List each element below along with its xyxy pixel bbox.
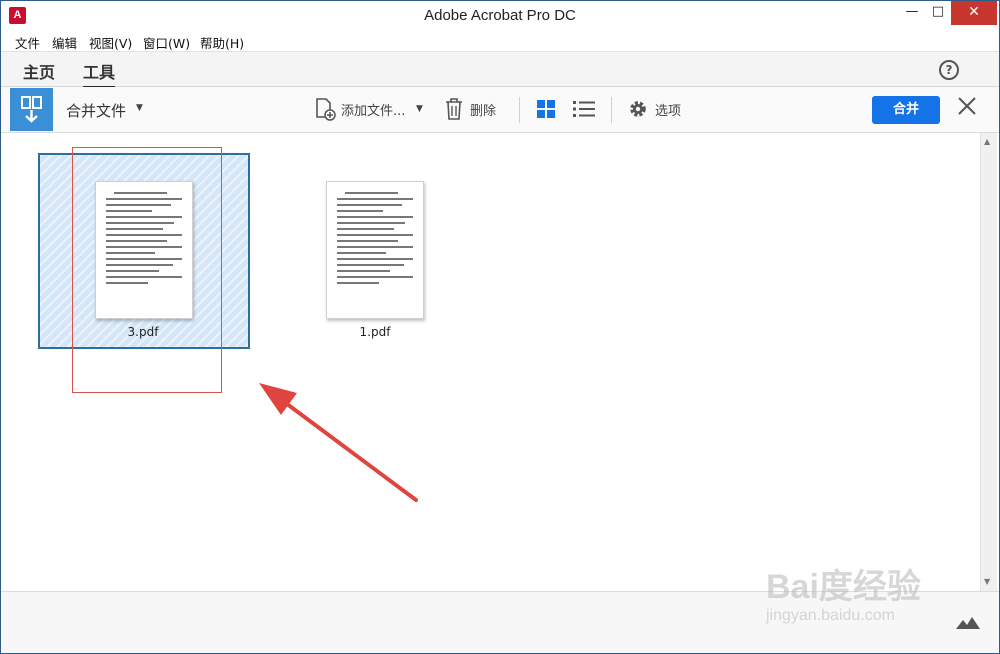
- acrobat-window: A Adobe Acrobat Pro DC — □ ✕ 文件 编辑 视图(V)…: [0, 0, 1000, 654]
- thumbnail-size-icon[interactable]: [956, 614, 980, 633]
- maximize-button[interactable]: □: [923, 1, 953, 25]
- close-window-button[interactable]: ✕: [951, 1, 997, 25]
- gear-icon[interactable]: [628, 99, 648, 123]
- tab-tools[interactable]: 工具: [83, 59, 116, 89]
- add-files-button[interactable]: 添加文件...: [341, 100, 405, 119]
- menu-view[interactable]: 视图(V): [89, 33, 132, 52]
- tool-menu-caret-icon[interactable]: ▼: [136, 103, 143, 113]
- toolbar-divider: [611, 97, 612, 123]
- help-icon[interactable]: ?: [939, 60, 959, 80]
- list-view-icon[interactable]: [573, 100, 595, 122]
- title-bar: A Adobe Acrobat Pro DC — □ ✕: [1, 1, 999, 31]
- delete-button[interactable]: 删除: [470, 100, 496, 119]
- options-button[interactable]: 选项: [655, 100, 681, 119]
- menu-file[interactable]: 文件: [15, 33, 40, 52]
- menu-edit[interactable]: 编辑: [52, 33, 77, 52]
- grid-view-icon[interactable]: [537, 100, 555, 122]
- add-files-caret-icon[interactable]: ▼: [416, 104, 423, 114]
- menu-window[interactable]: 窗口(W): [143, 33, 190, 52]
- combine-button[interactable]: 合并: [872, 96, 940, 124]
- close-icon[interactable]: [956, 95, 978, 117]
- menu-help[interactable]: 帮助(H): [200, 33, 244, 52]
- add-file-icon[interactable]: [313, 97, 337, 125]
- tab-home[interactable]: 主页: [23, 59, 55, 83]
- scroll-up-icon[interactable]: ▲: [984, 137, 990, 146]
- watermark-url: jingyan.baidu.com: [766, 607, 895, 624]
- vertical-scrollbar[interactable]: ▲ ▼: [980, 133, 997, 591]
- annotation-arrow-icon: [259, 383, 418, 502]
- tool-title[interactable]: 合并文件: [66, 100, 126, 121]
- menu-bar: 文件 编辑 视图(V) 窗口(W) 帮助(H): [1, 31, 999, 51]
- baidu-watermark-logo: Bai度经验 jingyan.baidu.com: [766, 549, 956, 639]
- pdf-thumbnail[interactable]: [326, 181, 424, 319]
- watermark-brand: Bai度经验: [766, 568, 921, 606]
- annotation-highlight-box: [72, 147, 222, 393]
- window-title: Adobe Acrobat Pro DC: [424, 7, 576, 24]
- combine-files-icon[interactable]: [10, 88, 53, 131]
- combine-toolbar: 合并文件 ▼ 添加文件... ▼ 删除 选项 合并: [1, 87, 999, 133]
- trash-icon[interactable]: [444, 97, 464, 125]
- file-grid-area: 3.pdf 1.pdf ▲ ▼: [1, 133, 999, 591]
- scroll-down-icon[interactable]: ▼: [984, 577, 990, 586]
- nav-bar: 主页 工具 ?: [1, 51, 999, 89]
- file-name: 1.pdf: [359, 325, 391, 339]
- toolbar-divider: [519, 97, 520, 123]
